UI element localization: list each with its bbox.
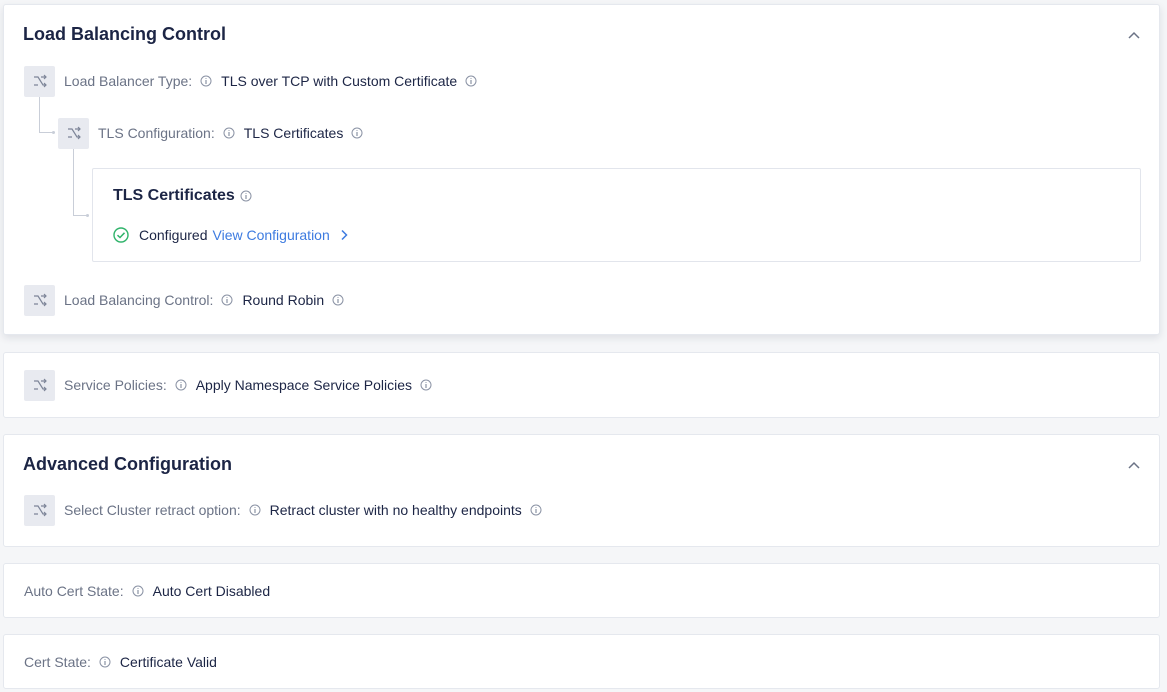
value-service-policies: Apply Namespace Service Policies: [195, 377, 413, 393]
status-configured: Configured: [139, 227, 208, 243]
value-cluster-retract: Retract cluster with no healthy endpoint…: [269, 502, 522, 518]
info-icon[interactable]: [221, 294, 233, 306]
row-load-balancing-control: Load Balancing Control: Round Robin: [24, 284, 353, 316]
info-icon[interactable]: [99, 656, 111, 668]
row-cert-state: Cert State: Certificate Valid: [24, 647, 217, 677]
value-load-balancing-control: Round Robin: [242, 292, 325, 308]
label-service-policies: Service Policies:: [64, 377, 167, 393]
advanced-configuration-card: Advanced Configuration Select Cluster re…: [3, 434, 1160, 547]
tree-connector: [39, 97, 54, 133]
chevron-right-icon: [341, 229, 348, 241]
load-balancing-card: Load Balancing Control Load Balancer Typ…: [3, 4, 1160, 335]
check-circle-icon: [113, 227, 129, 243]
label-tls-configuration: TLS Configuration:: [98, 125, 215, 141]
tree-dot: [52, 131, 55, 134]
section-title-advanced: Advanced Configuration: [23, 454, 233, 474]
info-icon[interactable]: [132, 585, 144, 597]
tree-connector: [73, 149, 88, 216]
shuffle-icon: [58, 117, 89, 149]
info-icon[interactable]: [200, 75, 212, 87]
label-load-balancer-type: Load Balancer Type:: [64, 73, 193, 89]
tree-dot: [86, 214, 89, 217]
value-load-balancer-type: TLS over TCP with Custom Certificate: [221, 73, 458, 89]
label-auto-cert-state: Auto Cert State:: [24, 583, 124, 599]
info-icon[interactable]: [465, 75, 477, 87]
info-icon[interactable]: [420, 379, 432, 391]
info-icon[interactable]: [530, 504, 542, 516]
tls-status: Configured View Configuration: [113, 227, 349, 243]
info-icon[interactable]: [332, 294, 344, 306]
cert-state-card: Cert State: Certificate Valid: [3, 634, 1160, 689]
label-cert-state: Cert State:: [24, 654, 91, 670]
info-icon[interactable]: [351, 127, 363, 139]
row-service-policies: Service Policies: Apply Namespace Servic…: [24, 369, 441, 401]
value-auto-cert-state: Auto Cert Disabled: [152, 583, 271, 599]
chevron-up-icon[interactable]: [1127, 29, 1141, 43]
row-auto-cert-state: Auto Cert State: Auto Cert Disabled: [24, 576, 270, 606]
shuffle-icon: [24, 494, 55, 526]
tls-certificates-box: TLS Certificates Configured View Configu…: [92, 168, 1141, 262]
shuffle-icon: [24, 369, 55, 401]
tls-certificates-title-text: TLS Certificates: [113, 187, 235, 204]
row-load-balancer-type: Load Balancer Type: TLS over TCP with Cu…: [24, 65, 486, 97]
info-icon[interactable]: [175, 379, 187, 391]
info-icon[interactable]: [240, 190, 252, 202]
auto-cert-card: Auto Cert State: Auto Cert Disabled: [3, 563, 1160, 618]
label-load-balancing-control: Load Balancing Control:: [64, 292, 214, 308]
value-cert-state: Certificate Valid: [119, 654, 217, 670]
view-configuration-link[interactable]: View Configuration: [213, 227, 349, 243]
tls-certificates-title: TLS Certificates: [113, 187, 261, 205]
value-tls-configuration: TLS Certificates: [243, 125, 344, 141]
info-icon[interactable]: [223, 127, 235, 139]
row-tls-configuration: TLS Configuration: TLS Certificates: [58, 117, 372, 149]
service-policies-card: Service Policies: Apply Namespace Servic…: [3, 352, 1160, 418]
row-cluster-retract: Select Cluster retract option: Retract c…: [24, 494, 551, 526]
shuffle-icon: [24, 65, 55, 97]
section-title-load-balancing: Load Balancing Control: [23, 24, 227, 44]
chevron-up-icon[interactable]: [1127, 459, 1141, 473]
shuffle-icon: [24, 284, 55, 316]
view-configuration-label: View Configuration: [212, 227, 330, 243]
label-cluster-retract: Select Cluster retract option:: [64, 502, 241, 518]
info-icon[interactable]: [249, 504, 261, 516]
